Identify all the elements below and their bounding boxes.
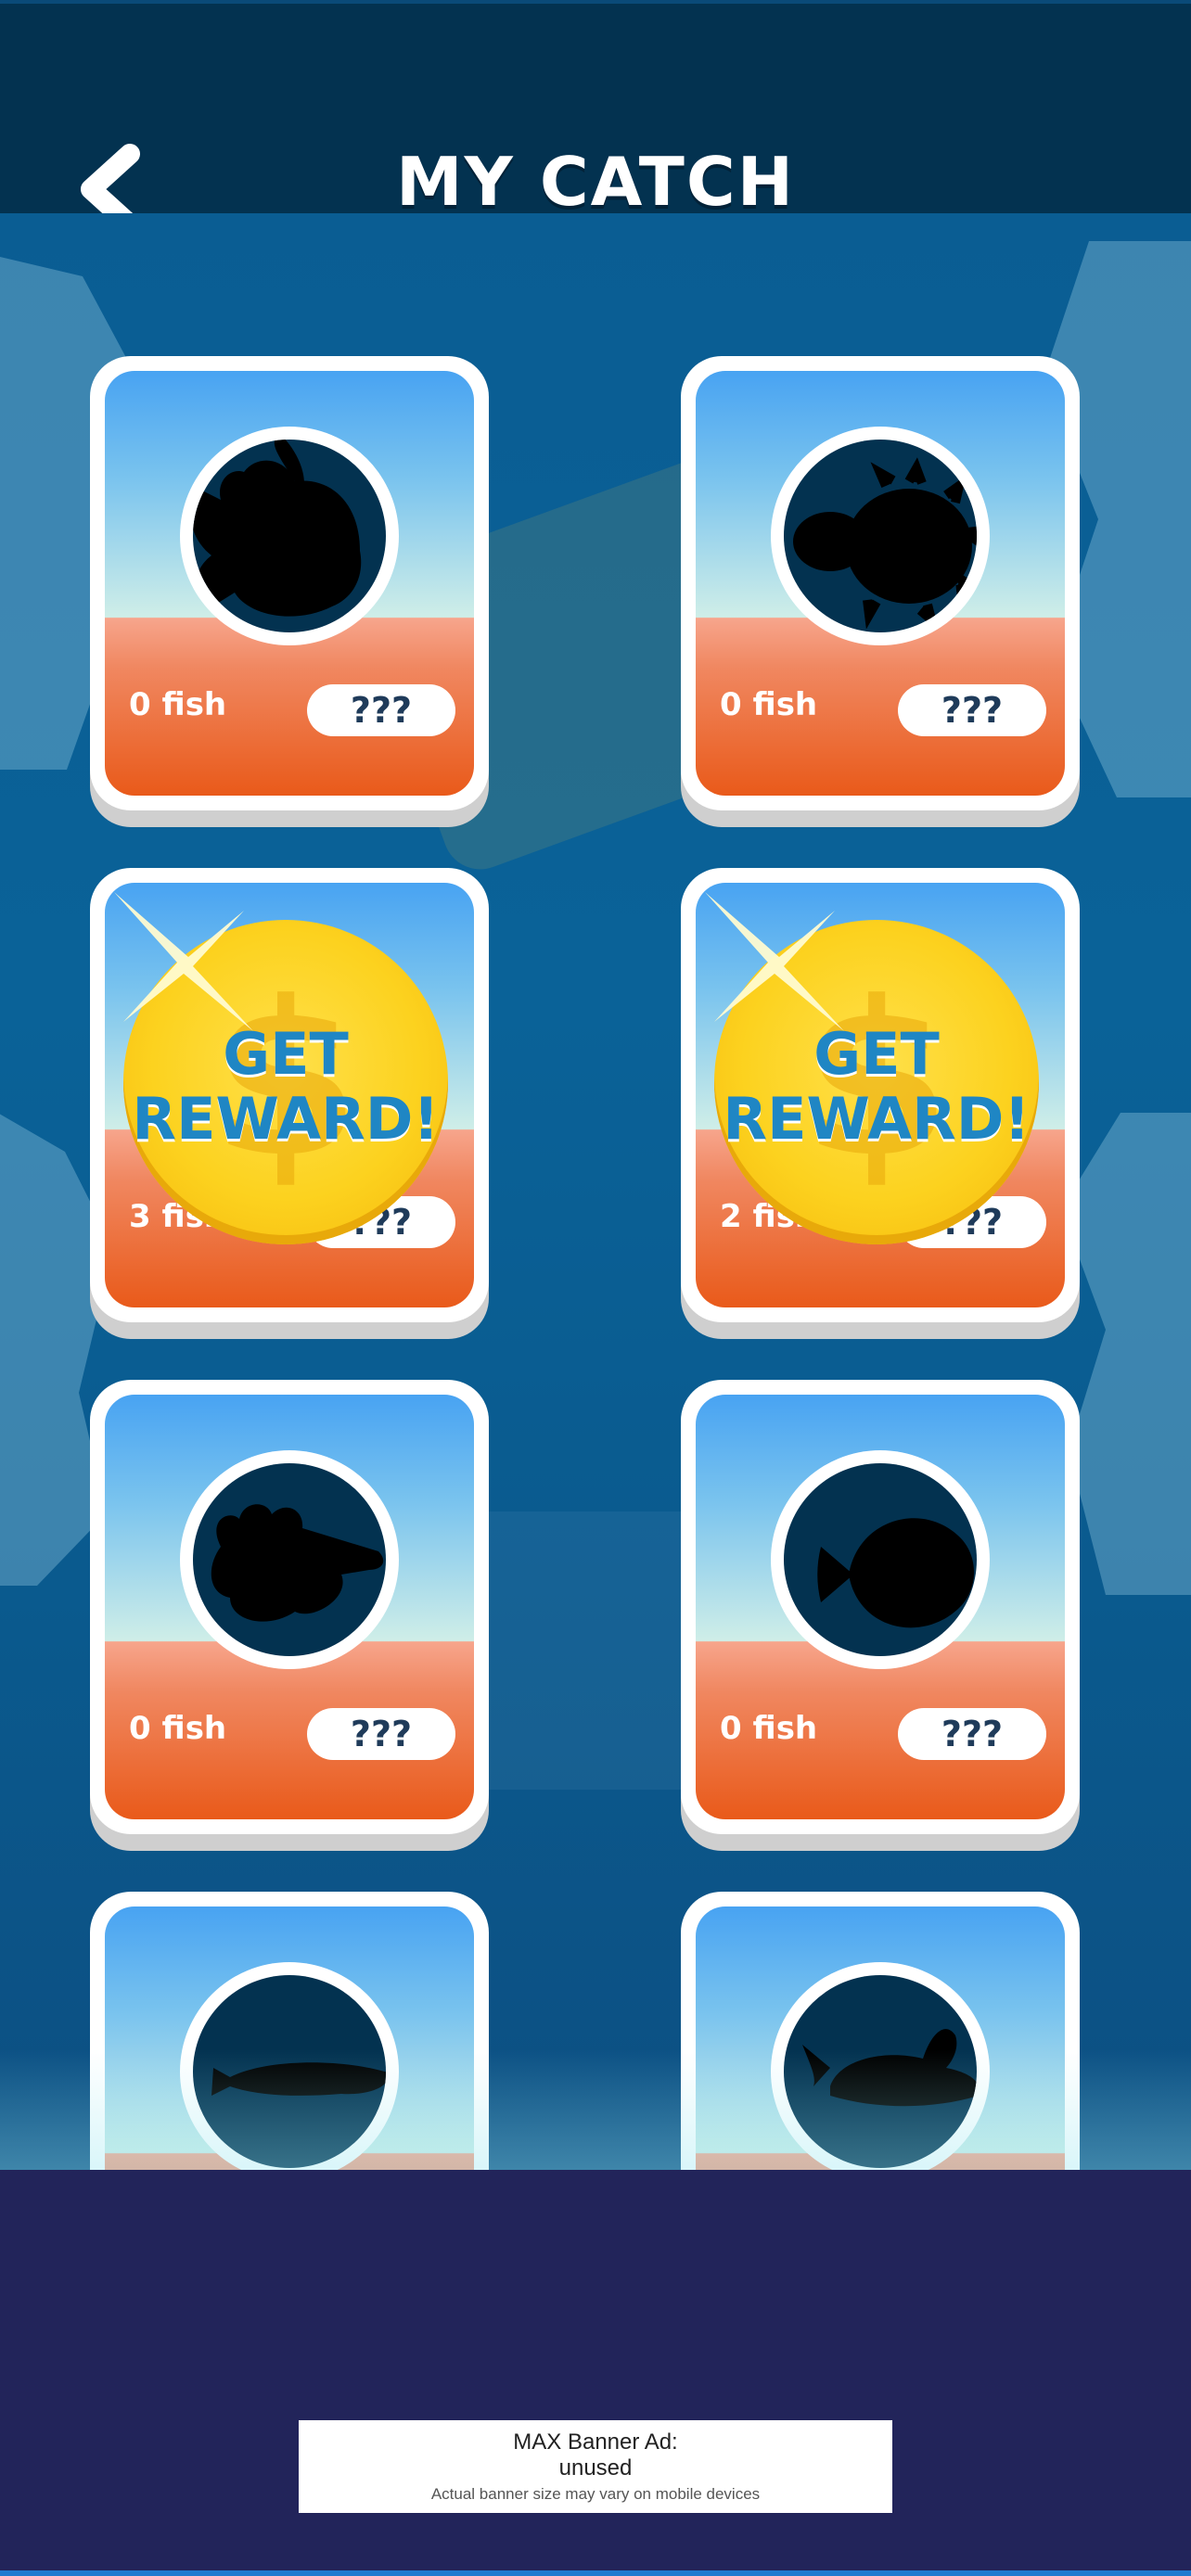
- ad-status: unused: [558, 2455, 633, 2480]
- flounder-silhouette-icon: [817, 1518, 974, 1628]
- sparkle-icon: [705, 892, 844, 1031]
- catch-grid-area[interactable]: 0 fish ??? 0 fish ??? 3 fish ??? $ GET R…: [0, 213, 1191, 2170]
- fish-portrait: [771, 427, 990, 645]
- fish-name-badge: ???: [898, 684, 1046, 736]
- fish-card-reward[interactable]: 3 fish ??? $ GET REWARD!: [90, 868, 489, 1322]
- fish-count: 0 fish: [720, 1710, 818, 1747]
- sparkle-icon: [114, 892, 253, 1031]
- fish-card[interactable]: 0 fish ???: [681, 1380, 1080, 1834]
- ad-note: Actual banner size may vary on mobile de…: [430, 2485, 761, 2503]
- fish-count: 0 fish: [720, 686, 818, 723]
- bottom-edge: [0, 2570, 1191, 2576]
- fish-portrait: [180, 427, 399, 645]
- fish-name-badge: ???: [307, 684, 455, 736]
- fish-card[interactable]: 0 fish ???: [90, 356, 489, 810]
- pufferfish-silhouette-icon: [793, 457, 977, 632]
- fish-portrait: [771, 1450, 990, 1669]
- fish-name-badge: ???: [307, 1708, 455, 1760]
- fish-portrait: [180, 1450, 399, 1669]
- page-title: MY CATCH: [395, 143, 796, 221]
- right-rock-decoration: [1061, 1113, 1191, 1595]
- bottom-fade-overlay: [0, 2049, 1191, 2170]
- fish-count: 0 fish: [129, 686, 227, 723]
- fish-card[interactable]: 0 fish ???: [90, 1380, 489, 1834]
- fish-card[interactable]: 0 fish ???: [681, 356, 1080, 810]
- goldfish-silhouette-icon: [193, 440, 362, 617]
- fish-name-badge: ???: [898, 1708, 1046, 1760]
- get-reward-label: GET REWARD!: [723, 1020, 1031, 1153]
- ad-title: MAX Banner Ad:: [513, 2429, 678, 2455]
- fish-count: 0 fish: [129, 1710, 227, 1747]
- get-reward-label: GET REWARD!: [132, 1020, 440, 1153]
- banner-ad[interactable]: MAX Banner Ad: unused Actual banner size…: [299, 2420, 892, 2513]
- lionfish-silhouette-icon: [211, 1504, 384, 1622]
- fish-card-reward[interactable]: 2 fish ??? $ GET REWARD!: [681, 868, 1080, 1322]
- top-bar: MY CATCH: [0, 0, 1191, 235]
